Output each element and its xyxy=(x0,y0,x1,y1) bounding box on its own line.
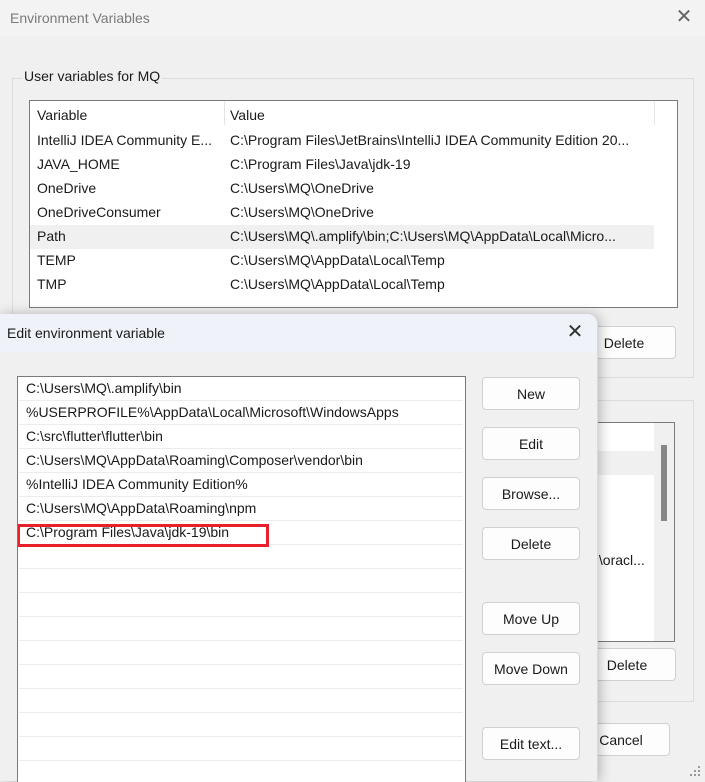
close-icon[interactable]: ✕ xyxy=(673,6,695,28)
list-item[interactable]: C:\Users\MQ\AppData\Roaming\Composer\ven… xyxy=(19,449,463,473)
empty-list-item[interactable] xyxy=(19,713,463,737)
path-entry: C:\Users\MQ\AppData\Roaming\Composer\ven… xyxy=(26,452,363,468)
table-row[interactable]: TMP C:\Users\MQ\AppData\Local\Temp xyxy=(30,273,654,297)
edit-button[interactable]: Edit xyxy=(482,427,580,460)
table-row[interactable]: IntelliJ IDEA Community E... C:\Program … xyxy=(30,129,654,153)
table-row[interactable]: OneDriveConsumer C:\Users\MQ\OneDrive xyxy=(30,201,654,225)
variable-name: IntelliJ IDEA Community E... xyxy=(37,132,213,148)
variable-name: OneDriveConsumer xyxy=(37,204,161,220)
highlight-annotation xyxy=(18,524,269,547)
column-divider[interactable] xyxy=(224,101,225,125)
empty-list-item[interactable] xyxy=(19,665,463,689)
browse-button[interactable]: Browse... xyxy=(482,477,580,510)
variable-value: C:\Users\MQ\AppData\Local\Temp xyxy=(230,252,445,268)
path-entry: %IntelliJ IDEA Community Edition% xyxy=(26,476,248,492)
empty-list-item[interactable] xyxy=(19,617,463,641)
list-item[interactable]: %USERPROFILE%\AppData\Local\Microsoft\Wi… xyxy=(19,401,463,425)
env-titlebar: Environment Variables ✕ xyxy=(0,0,705,36)
variable-value: C:\Users\MQ\OneDrive xyxy=(230,180,374,196)
list-item[interactable]: %IntelliJ IDEA Community Edition% xyxy=(19,473,463,497)
move-up-button[interactable]: Move Up xyxy=(482,602,580,635)
variable-value: C:\Program Files\Java\jdk-19 xyxy=(230,156,411,172)
close-icon[interactable]: ✕ xyxy=(563,320,587,344)
env-window-title: Environment Variables xyxy=(10,10,150,26)
path-entry: C:\Users\MQ\.amplify\bin xyxy=(26,380,182,396)
user-variables-table[interactable]: Variable Value IntelliJ IDEA Community E… xyxy=(29,100,678,308)
empty-list-item[interactable] xyxy=(19,761,463,782)
empty-list-item[interactable] xyxy=(19,737,463,761)
list-item[interactable]: C:\Users\MQ\.amplify\bin xyxy=(19,377,463,401)
column-divider[interactable] xyxy=(654,101,655,125)
variable-value: C:\Users\MQ\OneDrive xyxy=(230,204,374,220)
empty-list-item[interactable] xyxy=(19,689,463,713)
edit-dialog-titlebar: Edit environment variable ✕ xyxy=(0,314,597,352)
table-row[interactable]: JAVA_HOME C:\Program Files\Java\jdk-19 xyxy=(30,153,654,177)
edit-environment-variable-dialog: Edit environment variable ✕ C:\Users\MQ\… xyxy=(0,314,598,782)
edit-text-button[interactable]: Edit text... xyxy=(482,727,580,760)
table-header: Variable Value xyxy=(30,101,655,129)
path-entry: %USERPROFILE%\AppData\Local\Microsoft\Wi… xyxy=(26,404,399,420)
column-header-value[interactable]: Value xyxy=(230,107,265,123)
user-variables-label: User variables for MQ xyxy=(22,68,163,84)
variable-name: Path xyxy=(37,228,66,244)
empty-list-item[interactable] xyxy=(19,545,463,569)
variable-value: C:\Program Files\JetBrains\IntelliJ IDEA… xyxy=(230,132,630,148)
empty-list-item[interactable] xyxy=(19,641,463,665)
variable-value: :\oracl... xyxy=(595,552,645,568)
variable-name: JAVA_HOME xyxy=(37,156,120,172)
column-header-variable[interactable]: Variable xyxy=(37,107,87,123)
list-item[interactable]: C:\Users\MQ\AppData\Roaming\npm xyxy=(19,497,463,521)
path-entries-list[interactable]: C:\Users\MQ\.amplify\bin %USERPROFILE%\A… xyxy=(17,376,466,782)
resize-grip-icon[interactable] xyxy=(690,766,702,778)
new-button[interactable]: New xyxy=(482,377,580,410)
delete-button[interactable]: Delete xyxy=(482,527,580,560)
variable-name: OneDrive xyxy=(37,180,97,196)
variable-value: C:\Users\MQ\AppData\Local\Temp xyxy=(230,276,445,292)
path-entry: C:\src\flutter\flutter\bin xyxy=(26,428,163,444)
path-entry: C:\Users\MQ\AppData\Roaming\npm xyxy=(26,500,257,516)
variable-name: TMP xyxy=(37,276,67,292)
table-row[interactable]: OneDrive C:\Users\MQ\OneDrive xyxy=(30,177,654,201)
empty-list-item[interactable] xyxy=(19,593,463,617)
list-item[interactable]: C:\src\flutter\flutter\bin xyxy=(19,425,463,449)
edit-dialog-title: Edit environment variable xyxy=(7,325,165,341)
scrollbar-thumb[interactable] xyxy=(661,445,667,521)
table-row-selected[interactable]: Path C:\Users\MQ\.amplify\bin;C:\Users\M… xyxy=(30,225,654,249)
variable-name: TEMP xyxy=(37,252,76,268)
move-down-button[interactable]: Move Down xyxy=(482,652,580,685)
variable-value: C:\Users\MQ\.amplify\bin;C:\Users\MQ\App… xyxy=(230,228,616,244)
table-row[interactable]: TEMP C:\Users\MQ\AppData\Local\Temp xyxy=(30,249,654,273)
empty-list-item[interactable] xyxy=(19,569,463,593)
system-variables-scrollbar[interactable] xyxy=(654,422,675,642)
